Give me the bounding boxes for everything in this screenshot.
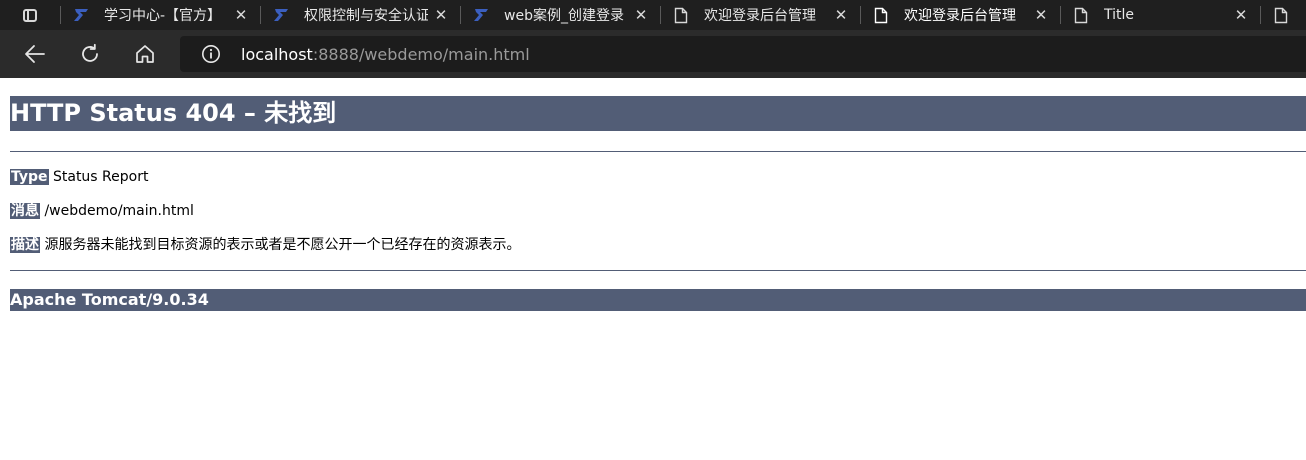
address-bar[interactable]: localhost:8888/webdemo/main.html <box>180 36 1306 72</box>
tab-title: Title <box>1104 7 1135 23</box>
page-icon <box>872 6 890 24</box>
back-button[interactable] <box>20 39 50 69</box>
divider <box>10 270 1306 271</box>
type-label: Type <box>10 169 49 185</box>
home-button[interactable] <box>130 39 160 69</box>
close-icon[interactable]: ✕ <box>428 6 454 24</box>
refresh-icon <box>82 43 98 62</box>
message-row: 消息 /webdemo/main.html <box>10 202 1306 220</box>
refresh-button[interactable] <box>75 39 105 69</box>
tab-title: web案例_创建登录 <box>504 8 624 24</box>
tabs: 学习中心-【官方】 ✕ 权限控制与安全认证 ✕ web案例_创建登录 ✕ 欢迎登… <box>60 0 1306 30</box>
tab-item[interactable]: 欢迎登录后台管理 ✕ <box>660 0 860 30</box>
server-footer: Apache Tomcat/9.0.34 <box>10 289 1306 311</box>
page-icon <box>1072 6 1090 24</box>
close-icon[interactable]: ✕ <box>1228 6 1254 24</box>
tab-actions-icon <box>23 8 37 22</box>
close-icon[interactable]: ✕ <box>228 6 254 24</box>
page-icon <box>1272 6 1290 24</box>
browser-toolbar: localhost:8888/webdemo/main.html <box>0 30 1306 78</box>
page-title: HTTP Status 404 – 未找到 <box>10 96 1306 131</box>
page-icon <box>672 6 690 24</box>
tab-actions-button[interactable] <box>0 0 60 30</box>
site-info-icon[interactable] <box>201 44 221 64</box>
url-text: localhost:8888/webdemo/main.html <box>241 45 530 64</box>
tab-item[interactable]: Title ✕ <box>1060 0 1260 30</box>
tab-title: 学习中心-【官方】 <box>104 8 222 24</box>
message-label: 消息 <box>10 203 40 219</box>
close-icon[interactable]: ✕ <box>828 6 854 24</box>
site-logo-icon <box>72 6 90 24</box>
description-row: 描述 源服务器未能找到目标资源的表示或者是不愿公开一个已经存在的资源表示。 <box>10 236 1306 254</box>
type-row: Type Status Report <box>10 168 1306 186</box>
message-value: /webdemo/main.html <box>44 203 194 219</box>
close-icon[interactable]: ✕ <box>628 6 654 24</box>
close-icon[interactable]: ✕ <box>1028 6 1054 24</box>
tab-item-partial[interactable] <box>1260 0 1306 30</box>
tab-item-active[interactable]: 欢迎登录后台管理 ✕ <box>860 0 1060 30</box>
tab-title: 欢迎登录后台管理 <box>704 8 816 24</box>
divider <box>10 151 1306 152</box>
tab-item[interactable]: web案例_创建登录 ✕ <box>460 0 660 30</box>
page-content: HTTP Status 404 – 未找到 Type Status Report… <box>0 78 1306 311</box>
description-value: 源服务器未能找到目标资源的表示或者是不愿公开一个已经存在的资源表示。 <box>44 237 521 253</box>
back-arrow-icon <box>25 45 45 63</box>
site-logo-icon <box>472 6 490 24</box>
tab-item[interactable]: 权限控制与安全认证 ✕ <box>260 0 460 30</box>
tab-title: 欢迎登录后台管理 <box>904 8 1016 24</box>
tab-strip: 学习中心-【官方】 ✕ 权限控制与安全认证 ✕ web案例_创建登录 ✕ 欢迎登… <box>0 0 1306 30</box>
site-logo-icon <box>272 6 290 24</box>
description-label: 描述 <box>10 237 40 253</box>
url-host: localhost <box>241 44 313 64</box>
home-icon <box>136 45 154 63</box>
tab-item[interactable]: 学习中心-【官方】 ✕ <box>60 0 260 30</box>
url-path: :8888/webdemo/main.html <box>312 44 530 64</box>
tab-title: 权限控制与安全认证 <box>304 8 428 24</box>
type-value: Status Report <box>52 169 149 185</box>
